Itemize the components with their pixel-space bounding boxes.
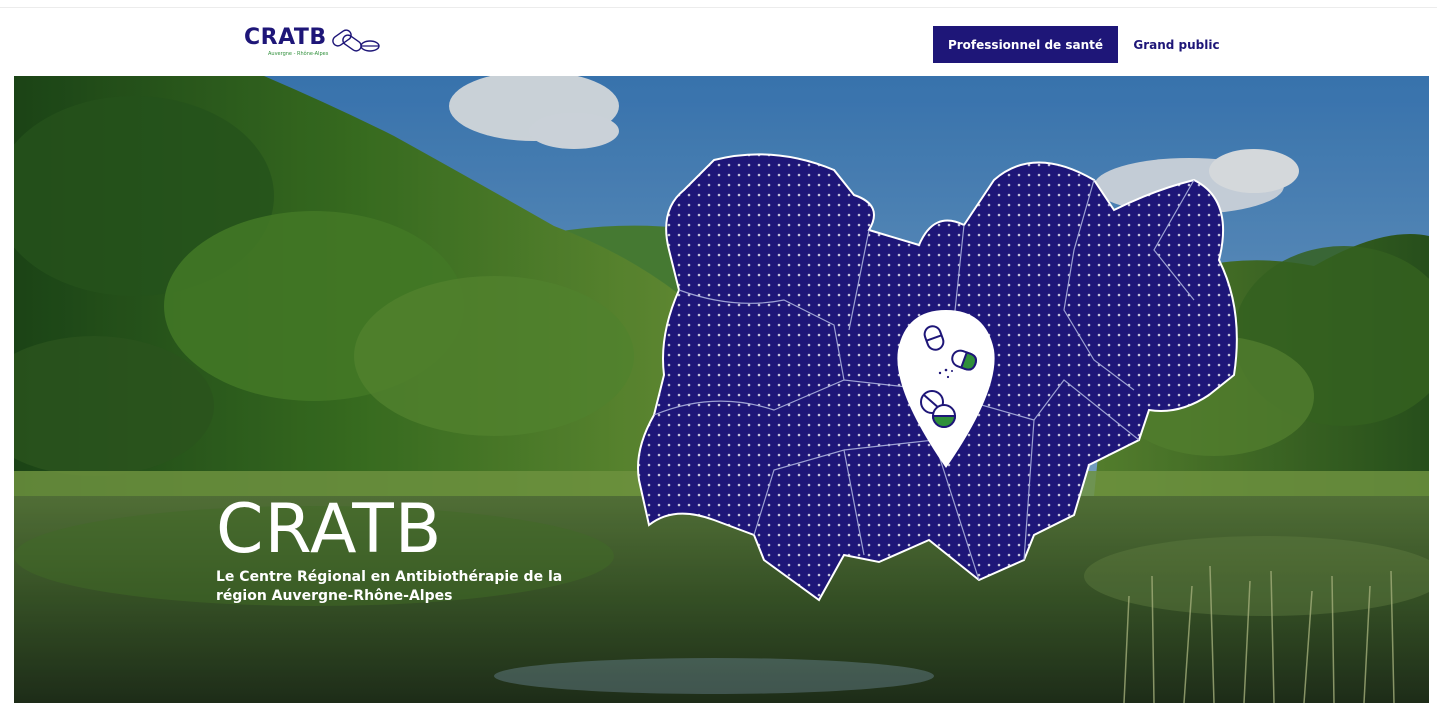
hero-title: CRATB bbox=[216, 490, 443, 569]
pills-icon bbox=[332, 29, 380, 52]
auvergne-rhone-alpes-map bbox=[637, 153, 1238, 602]
logo-text: CRATB bbox=[244, 25, 327, 50]
site-header: CRATB Auvergne - Rhône-Alpes Professionn… bbox=[0, 8, 1437, 76]
hero-subtitle: Le Centre Régional en Antibiothérapie de… bbox=[216, 569, 563, 604]
cratb-logo[interactable]: CRATB Auvergne - Rhône-Alpes bbox=[244, 25, 384, 65]
logo-subtext: Auvergne - Rhône-Alpes bbox=[268, 51, 329, 57]
hero-banner: CRATB Le Centre Régional en Antibiothéra… bbox=[14, 76, 1429, 703]
nav-grand-public-link[interactable]: Grand public bbox=[1125, 26, 1228, 63]
nav-professionnel-button[interactable]: Professionnel de santé bbox=[933, 26, 1118, 63]
